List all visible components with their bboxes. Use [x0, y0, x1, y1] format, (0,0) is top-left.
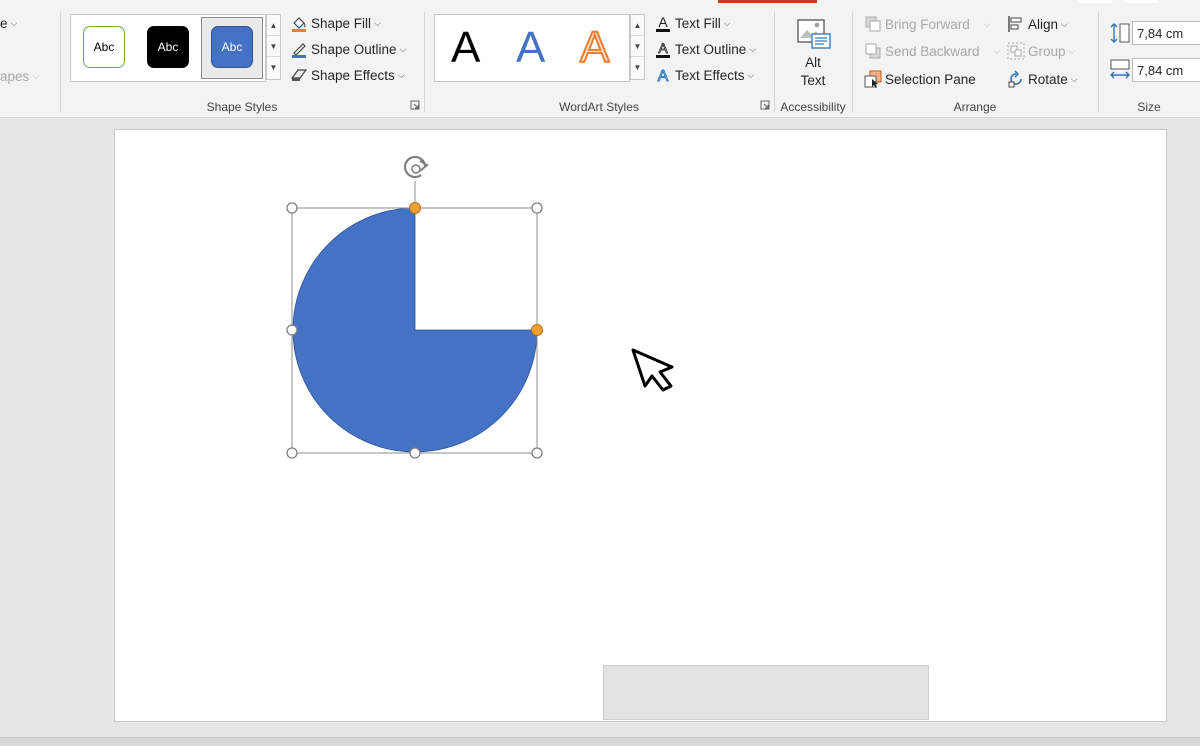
- resize-handle-bottom[interactable]: [409, 447, 421, 459]
- resize-handle-top-left[interactable]: [286, 202, 298, 214]
- resize-handle-bottom-right[interactable]: [531, 447, 543, 459]
- pie-shape[interactable]: [292, 207, 538, 453]
- adjust-handle-start-angle[interactable]: [409, 202, 421, 214]
- mouse-cursor-icon: [631, 348, 674, 392]
- placeholder-box: [603, 665, 929, 720]
- resize-handle-left[interactable]: [286, 324, 298, 336]
- slide-overlay: [286, 155, 674, 459]
- resize-handle-bottom-left[interactable]: [286, 447, 298, 459]
- adjust-handle-end-angle[interactable]: [531, 324, 543, 336]
- rotate-handle-icon[interactable]: [404, 155, 429, 179]
- resize-handle-top-right[interactable]: [531, 202, 543, 214]
